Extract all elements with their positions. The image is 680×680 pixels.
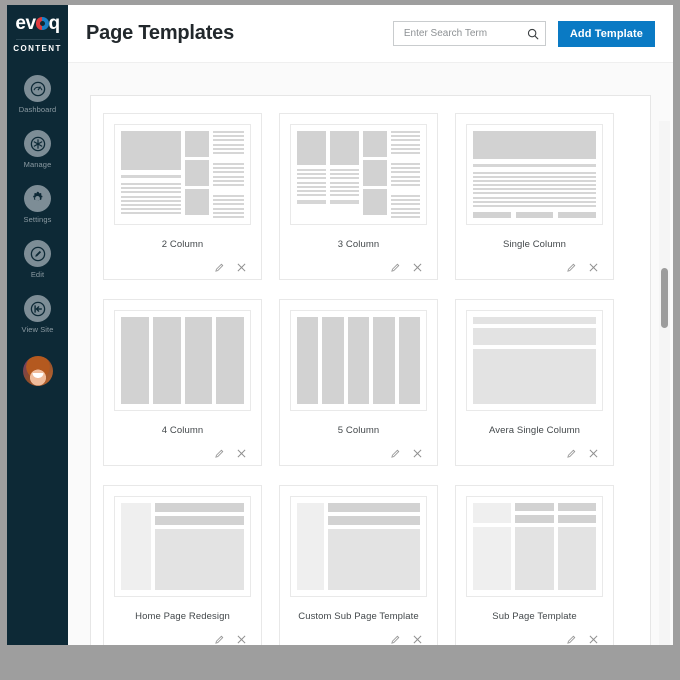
template-name: Home Page Redesign [135, 611, 230, 622]
template-thumbnail [466, 496, 603, 597]
delete-template-icon[interactable] [236, 262, 247, 273]
sidebar-item-manage[interactable]: Manage [7, 130, 68, 169]
template-card[interactable]: Avera Single Column [455, 299, 614, 466]
template-name: Custom Sub Page Template [298, 611, 419, 622]
template-thumbnail [466, 310, 603, 411]
template-thumbnail [290, 496, 427, 597]
template-name: Sub Page Template [492, 611, 577, 622]
template-card[interactable]: Custom Sub Page Template [279, 485, 438, 645]
page-header: Page Templates Add Template [68, 5, 673, 62]
sidebar-item-settings[interactable]: Settings [7, 185, 68, 224]
template-name: 2 Column [161, 239, 204, 250]
logo-o-icon [35, 17, 49, 30]
template-card[interactable]: 5 Column [279, 299, 438, 466]
logo-text-pre: ev [15, 13, 36, 34]
template-actions [114, 448, 251, 459]
delete-template-icon[interactable] [236, 448, 247, 459]
template-actions [290, 262, 427, 273]
template-card[interactable]: 2 Column [103, 113, 262, 280]
edit-template-icon[interactable] [214, 448, 225, 459]
template-actions [114, 634, 251, 645]
search-box[interactable] [392, 21, 546, 46]
edit-template-icon[interactable] [214, 634, 225, 645]
template-card[interactable]: 3 Column [279, 113, 438, 280]
template-thumbnail [114, 496, 251, 597]
main-area: Page Templates Add Template 2 Column 3 Co… [68, 5, 673, 645]
template-actions [466, 448, 603, 459]
sidebar-label: Manage [23, 160, 52, 169]
search-input[interactable] [401, 27, 527, 40]
template-thumbnail [290, 310, 427, 411]
sidebar-label: View Site [21, 325, 54, 334]
scrollbar-thumb[interactable] [661, 268, 668, 328]
delete-template-icon[interactable] [588, 262, 599, 273]
logo-wordmark: ev q [15, 13, 61, 34]
template-thumbnail [466, 124, 603, 225]
gauge-icon [24, 75, 51, 102]
template-card[interactable]: Sub Page Template [455, 485, 614, 645]
edit-template-icon[interactable] [390, 262, 401, 273]
sidebar-label: Dashboard [18, 105, 57, 114]
gear-icon [24, 185, 51, 212]
template-actions [290, 448, 427, 459]
content-area: 2 Column 3 Column Single Column 4 Column 5 C… [68, 62, 673, 645]
sidebar: ev q CONTENT Dashboard Manage Settings E… [7, 5, 68, 645]
sidebar-item-view-site[interactable]: View Site [7, 295, 68, 334]
asterisk-icon [24, 130, 51, 157]
delete-template-icon[interactable] [236, 634, 247, 645]
brand-logo[interactable]: ev q CONTENT [7, 5, 68, 54]
logo-divider [15, 39, 60, 40]
template-actions [466, 262, 603, 273]
sidebar-item-dashboard[interactable]: Dashboard [7, 75, 68, 114]
edit-template-icon[interactable] [390, 634, 401, 645]
browser-frame: ev q CONTENT Dashboard Manage Settings E… [0, 0, 680, 680]
add-template-button[interactable]: Add Template [557, 20, 655, 47]
template-card[interactable]: Single Column [455, 113, 614, 280]
template-actions [466, 634, 603, 645]
template-name: 4 Column [161, 425, 204, 436]
edit-template-icon[interactable] [390, 448, 401, 459]
logo-subtitle: CONTENT [13, 44, 62, 53]
search-icon[interactable] [527, 28, 539, 40]
delete-template-icon[interactable] [412, 634, 423, 645]
exit-arrow-icon [24, 295, 51, 322]
delete-template-icon[interactable] [588, 448, 599, 459]
avatar[interactable] [22, 356, 53, 386]
app-window: ev q CONTENT Dashboard Manage Settings E… [7, 5, 673, 645]
sidebar-item-edit[interactable]: Edit [7, 240, 68, 279]
template-name: 5 Column [337, 425, 380, 436]
page-title: Page Templates [86, 22, 235, 44]
edit-template-icon[interactable] [214, 262, 225, 273]
template-actions [114, 262, 251, 273]
template-name: 3 Column [337, 239, 380, 250]
template-name: Avera Single Column [489, 425, 580, 436]
sidebar-nav: Dashboard Manage Settings Edit View Site [7, 75, 68, 334]
edit-template-icon[interactable] [566, 448, 577, 459]
template-thumbnail [290, 124, 427, 225]
logo-text-post: q [48, 13, 61, 34]
scrollbar-track[interactable] [659, 121, 670, 645]
template-card[interactable]: Home Page Redesign [103, 485, 262, 645]
pencil-icon [24, 240, 51, 267]
sidebar-label: Edit [30, 270, 45, 279]
templates-grid: 2 Column 3 Column Single Column 4 Column 5 C… [91, 96, 650, 645]
template-card[interactable]: 4 Column [103, 299, 262, 466]
delete-template-icon[interactable] [588, 634, 599, 645]
edit-template-icon[interactable] [566, 262, 577, 273]
delete-template-icon[interactable] [412, 262, 423, 273]
edit-template-icon[interactable] [566, 634, 577, 645]
template-thumbnail [114, 310, 251, 411]
templates-panel: 2 Column 3 Column Single Column 4 Column 5 C… [90, 95, 651, 645]
delete-template-icon[interactable] [412, 448, 423, 459]
sidebar-label: Settings [23, 215, 52, 224]
template-name: Single Column [502, 239, 567, 250]
template-thumbnail [114, 124, 251, 225]
template-actions [290, 634, 427, 645]
